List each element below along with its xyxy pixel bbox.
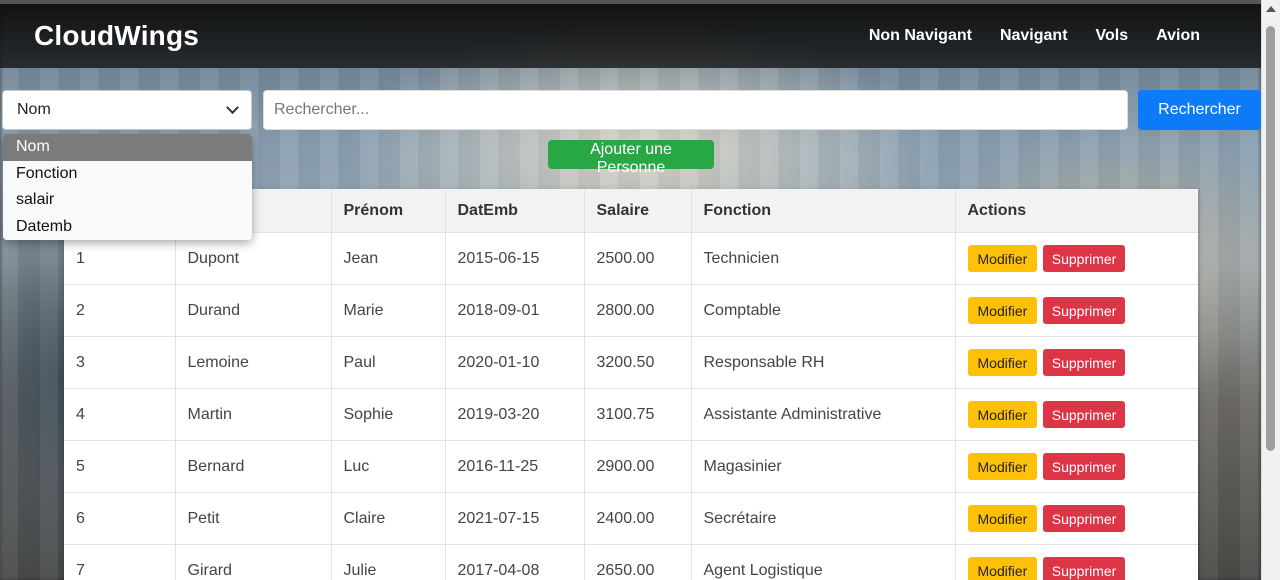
cell-id: 1 (64, 232, 176, 285)
column-header-prenom: Prénom (331, 189, 446, 233)
page-scrollbar[interactable] (1261, 0, 1280, 580)
cell-datemb: 2015-06-15 (445, 232, 585, 285)
scrollbar-thumb[interactable] (1266, 26, 1275, 451)
cell-fonction: Responsable RH (691, 336, 956, 389)
cell-fonction: Magasinier (691, 440, 956, 493)
delete-button[interactable]: Supprimer (1042, 349, 1126, 376)
cell-actions: Modifier Supprimer (955, 388, 1198, 441)
cell-fonction: Comptable (691, 284, 956, 337)
delete-button[interactable]: Supprimer (1042, 297, 1126, 324)
cell-salaire: 2500.00 (584, 232, 692, 285)
cell-datemb: 2018-09-01 (445, 284, 585, 337)
cell-prenom: Marie (331, 284, 446, 337)
cell-prenom: Jean (331, 232, 446, 285)
cell-salaire: 3100.75 (584, 388, 692, 441)
nav-links: Non Navigant Navigant Vols Avion (869, 27, 1200, 45)
cell-id: 7 (64, 544, 176, 580)
cell-id: 4 (64, 388, 176, 441)
cell-prenom: Julie (331, 544, 446, 580)
cell-datemb: 2017-04-08 (445, 544, 585, 580)
dropdown-option-nom[interactable]: Nom (3, 134, 252, 161)
cell-actions: Modifier Supprimer (955, 544, 1198, 580)
search-button[interactable]: Rechercher (1138, 90, 1261, 130)
cell-salaire: 2900.00 (584, 440, 692, 493)
column-header-datemb: DatEmb (445, 189, 585, 233)
cell-fonction: Technicien (691, 232, 956, 285)
cell-nom: Lemoine (175, 336, 332, 389)
dropdown-option-salair[interactable]: salair (3, 187, 252, 214)
nav-link-avion[interactable]: Avion (1156, 27, 1200, 45)
cell-datemb: 2016-11-25 (445, 440, 585, 493)
edit-button[interactable]: Modifier (967, 505, 1038, 532)
scroll-up-arrow-icon[interactable] (1266, 6, 1276, 12)
dropdown-option-datemb[interactable]: Datemb (3, 214, 252, 241)
cell-fonction: Agent Logistique (691, 544, 956, 580)
cell-datemb: 2021-07-15 (445, 492, 585, 545)
cell-actions: Modifier Supprimer (955, 284, 1198, 337)
edit-button[interactable]: Modifier (967, 401, 1038, 428)
cell-nom: Durand (175, 284, 332, 337)
cell-id: 3 (64, 336, 176, 389)
table-row: 7 Girard Julie 2017-04-08 2650.00 Agent … (64, 544, 1198, 580)
search-field-select[interactable]: Nom (2, 90, 252, 130)
table-row: 2 Durand Marie 2018-09-01 2800.00 Compta… (64, 284, 1198, 337)
delete-button[interactable]: Supprimer (1042, 401, 1126, 428)
cell-prenom: Claire (331, 492, 446, 545)
cell-nom: Petit (175, 492, 332, 545)
cell-id: 6 (64, 492, 176, 545)
search-field-selected-value: Nom (17, 101, 51, 118)
edit-button[interactable]: Modifier (967, 349, 1038, 376)
edit-button[interactable]: Modifier (967, 557, 1038, 580)
delete-button[interactable]: Supprimer (1042, 557, 1126, 580)
cell-actions: Modifier Supprimer (955, 440, 1198, 493)
column-header-fonction: Fonction (691, 189, 956, 233)
nav-link-vols[interactable]: Vols (1096, 27, 1129, 45)
search-input[interactable] (263, 90, 1128, 130)
persons-table: Prénom DatEmb Salaire Fonction Actions 1… (64, 189, 1198, 580)
column-header-actions: Actions (955, 189, 1198, 233)
nav-link-non-navigant[interactable]: Non Navigant (869, 27, 972, 45)
table-row: 5 Bernard Luc 2016-11-25 2900.00 Magasin… (64, 440, 1198, 493)
cell-salaire: 2650.00 (584, 544, 692, 580)
delete-button[interactable]: Supprimer (1042, 453, 1126, 480)
cell-nom: Dupont (175, 232, 332, 285)
table-row: 6 Petit Claire 2021-07-15 2400.00 Secrét… (64, 492, 1198, 545)
table-row: 3 Lemoine Paul 2020-01-10 3200.50 Respon… (64, 336, 1198, 389)
brand-logo[interactable]: CloudWings (34, 20, 199, 52)
chevron-down-icon (226, 100, 239, 114)
cell-nom: Martin (175, 388, 332, 441)
cell-prenom: Sophie (331, 388, 446, 441)
dropdown-option-fonction[interactable]: Fonction (3, 161, 252, 188)
cell-actions: Modifier Supprimer (955, 336, 1198, 389)
add-person-button[interactable]: Ajouter une Personne (548, 140, 714, 176)
table-row: 4 Martin Sophie 2019-03-20 3100.75 Assis… (64, 388, 1198, 441)
cell-nom: Girard (175, 544, 332, 580)
cell-salaire: 2800.00 (584, 284, 692, 337)
cell-fonction: Secrétaire (691, 492, 956, 545)
delete-button[interactable]: Supprimer (1042, 505, 1126, 532)
delete-button[interactable]: Supprimer (1042, 245, 1126, 272)
cell-fonction: Assistante Administrative (691, 388, 956, 441)
search-field-dropdown: Nom Fonction salair Datemb (3, 134, 252, 240)
cell-prenom: Luc (331, 440, 446, 493)
edit-button[interactable]: Modifier (967, 297, 1038, 324)
cell-actions: Modifier Supprimer (955, 232, 1198, 285)
cell-datemb: 2020-01-10 (445, 336, 585, 389)
cell-prenom: Paul (331, 336, 446, 389)
edit-button[interactable]: Modifier (967, 245, 1038, 272)
persons-table-container: Prénom DatEmb Salaire Fonction Actions 1… (64, 189, 1198, 580)
edit-button[interactable]: Modifier (967, 453, 1038, 480)
cell-datemb: 2019-03-20 (445, 388, 585, 441)
cell-nom: Bernard (175, 440, 332, 493)
column-header-salaire: Salaire (584, 189, 692, 233)
cell-id: 2 (64, 284, 176, 337)
cell-actions: Modifier Supprimer (955, 492, 1198, 545)
navbar: CloudWings Non Navigant Navigant Vols Av… (0, 0, 1262, 68)
table-row: 1 Dupont Jean 2015-06-15 2500.00 Technic… (64, 232, 1198, 285)
cell-id: 5 (64, 440, 176, 493)
nav-link-navigant[interactable]: Navigant (1000, 27, 1068, 45)
cell-salaire: 2400.00 (584, 492, 692, 545)
cell-salaire: 3200.50 (584, 336, 692, 389)
